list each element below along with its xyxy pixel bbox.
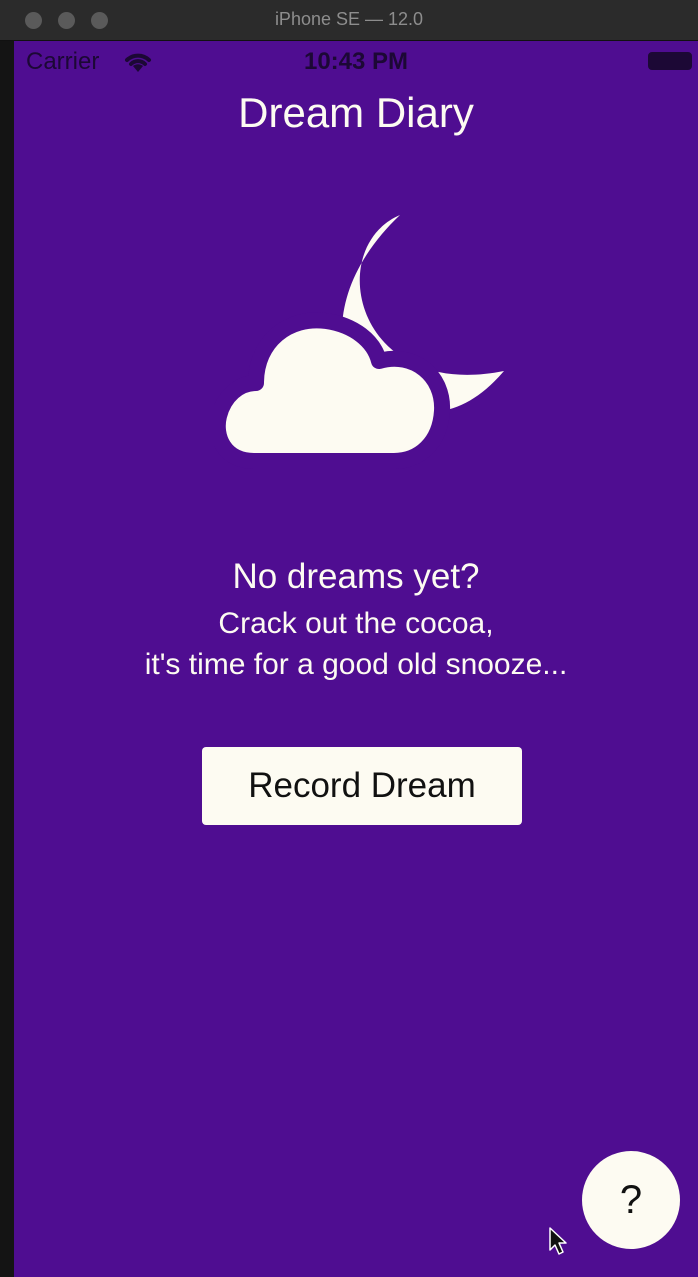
empty-state-headline: No dreams yet? (232, 557, 480, 596)
mouse-cursor-icon (549, 1227, 567, 1255)
empty-state-line-2: it's time for a good old snooze... (144, 648, 568, 681)
app-screen: Carrier 10:43 PM Dream Diary No dreams y… (14, 41, 698, 1277)
battery-icon (648, 52, 692, 70)
empty-state-line-1: Crack out the cocoa, (218, 607, 494, 640)
window-titlebar: iPhone SE — 12.0 (0, 0, 698, 41)
help-button[interactable]: ? (582, 1151, 680, 1249)
status-time: 10:43 PM (303, 48, 409, 75)
status-bar: Carrier 10:43 PM (14, 41, 698, 83)
simulator-window: iPhone SE — 12.0 Carrier 10:43 PM Dream … (0, 0, 698, 1277)
page-title: Dream Diary (238, 89, 474, 136)
window-title: iPhone SE — 12.0 (274, 9, 424, 29)
moon-cloud-icon (214, 215, 504, 469)
record-dream-button[interactable]: Record Dream (202, 747, 522, 825)
